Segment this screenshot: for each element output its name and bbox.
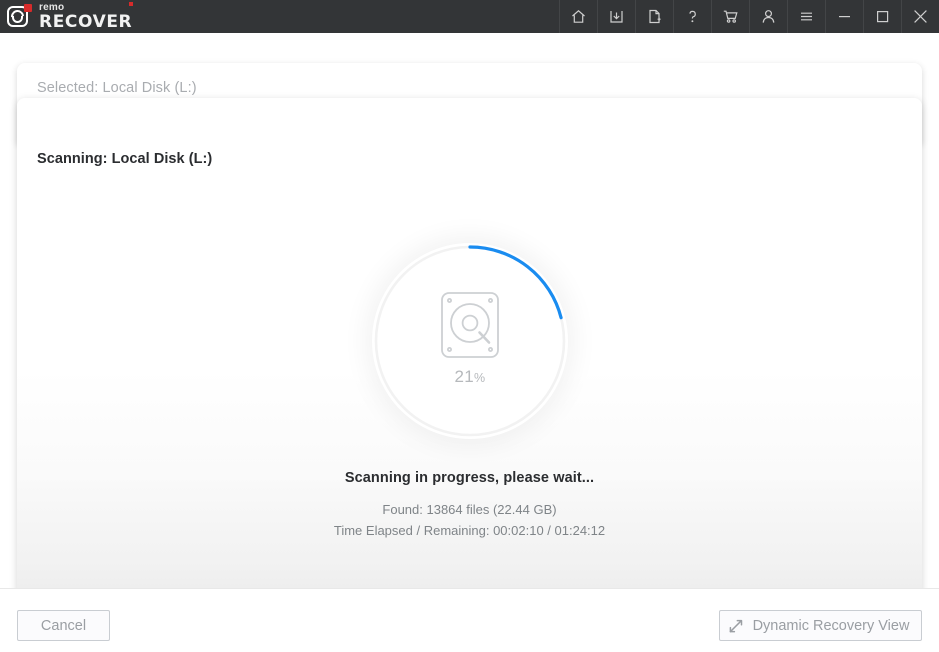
brand-remo-text: remo: [39, 1, 134, 13]
maximize-icon[interactable]: [863, 0, 901, 33]
progress-percent-value: 21: [454, 367, 475, 386]
footer-bar: Cancel Dynamic Recovery View: [0, 588, 939, 652]
app-logo: remo RECOVER: [0, 1, 134, 32]
new-file-icon[interactable]: [635, 0, 673, 33]
scan-progress-donut: 21%: [372, 243, 568, 439]
dynamic-recovery-view-label: Dynamic Recovery View: [752, 617, 910, 634]
expand-arrows-icon: [729, 619, 742, 632]
home-icon[interactable]: [559, 0, 597, 33]
menu-icon[interactable]: [787, 0, 825, 33]
selected-drive-label: Selected: Local Disk (L:): [37, 80, 197, 96]
minimize-icon[interactable]: [825, 0, 863, 33]
user-icon[interactable]: [749, 0, 787, 33]
progress-percent-symbol: %: [474, 371, 486, 385]
scan-found-count: Found: 13864 files (22.44 GB): [382, 502, 557, 517]
help-icon[interactable]: [673, 0, 711, 33]
brand-recover-text: RECOVER: [39, 11, 133, 32]
scan-time-info: Time Elapsed / Remaining: 00:02:10 / 01:…: [333, 523, 606, 538]
scanning-drive-label: Scanning: Local Disk (L:): [37, 151, 213, 167]
progress-percent: 21%: [372, 367, 568, 387]
hard-disk-scan-icon: [441, 292, 499, 358]
scan-status-headline: Scanning in progress, please wait...: [344, 470, 595, 486]
cart-icon[interactable]: [711, 0, 749, 33]
save-icon[interactable]: [597, 0, 635, 33]
remo-logo-icon: [7, 4, 32, 29]
content-stage: Selected: Local Disk (L:) Scanning: Loca…: [0, 33, 939, 652]
cancel-button-label: Cancel: [40, 617, 87, 634]
dynamic-recovery-view-button[interactable]: Dynamic Recovery View: [719, 610, 922, 641]
remo-recover-window: remo RECOVER Selected: Local Disk (L:) S…: [0, 0, 939, 652]
title-bar: remo RECOVER: [0, 0, 939, 33]
cancel-button[interactable]: Cancel: [17, 610, 110, 641]
title-bar-actions: [559, 0, 939, 33]
close-icon[interactable]: [901, 0, 939, 33]
brand-wordmark: remo RECOVER: [39, 1, 134, 32]
scanning-card: Scanning: Local Disk (L:) 21% Scanning i…: [17, 98, 922, 621]
